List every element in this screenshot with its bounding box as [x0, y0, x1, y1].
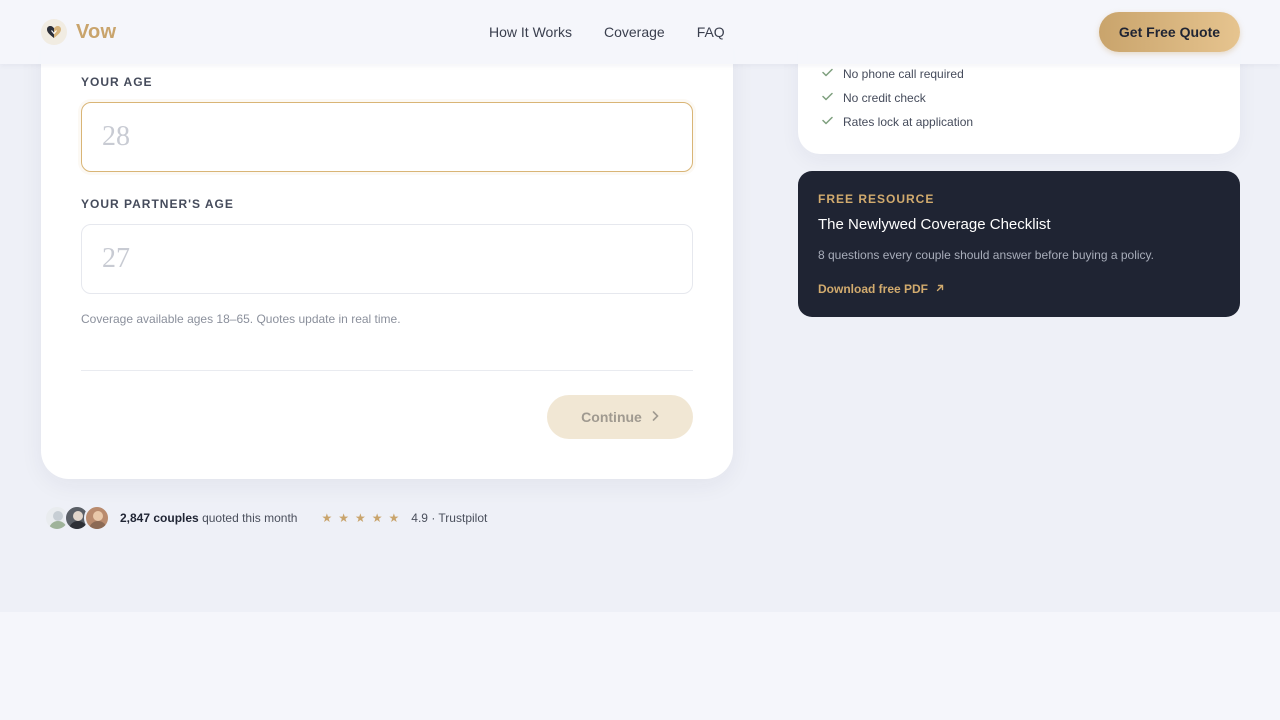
star-icon: ★ [338, 511, 349, 525]
benefit-item: Rates lock at application [822, 115, 973, 129]
download-pdf-link[interactable]: Download free PDF [818, 282, 944, 296]
nav-faq[interactable]: FAQ [697, 24, 725, 40]
benefit-item: No credit check [822, 91, 926, 105]
form-divider [81, 370, 693, 371]
resource-description: 8 questions every couple should answer b… [818, 248, 1154, 262]
avatar [84, 505, 110, 531]
quote-count: 2,847 couples [120, 511, 199, 525]
chevron-right-icon [652, 410, 659, 424]
benefit-label: No phone call required [843, 67, 964, 81]
rating-text: 4.9 · Trustpilot [411, 511, 488, 525]
continue-label: Continue [581, 409, 642, 425]
star-icon: ★ [371, 511, 383, 525]
avatar-group [44, 505, 110, 531]
check-icon [822, 92, 843, 104]
arrow-up-right-icon [936, 283, 944, 295]
check-icon [822, 68, 843, 80]
age-label: YOUR AGE [81, 75, 153, 89]
social-proof: 2,847 couples quoted this month ★ ★ ★ ★ … [44, 505, 487, 531]
site-header: Vow How It Works Coverage FAQ Get Free Q… [0, 0, 1280, 64]
partner-age-input[interactable] [81, 224, 693, 294]
quote-count-suffix: quoted this month [202, 511, 298, 525]
resource-eyebrow: FREE RESOURCE [818, 192, 935, 206]
star-icon: ★ [388, 511, 400, 525]
benefit-item: No phone call required [822, 67, 964, 81]
get-free-quote-button[interactable]: Get Free Quote [1099, 12, 1240, 52]
star-icon: ★ [321, 511, 333, 525]
partner-age-label: YOUR PARTNER'S AGE [81, 197, 234, 211]
nav-coverage[interactable]: Coverage [604, 24, 665, 40]
resource-title: The Newlywed Coverage Checklist [818, 216, 1051, 233]
brand-name: Vow [76, 20, 117, 43]
heart-icon [41, 19, 67, 45]
quote-count-text: 2,847 couples quoted this month [120, 511, 297, 525]
benefit-label: No credit check [843, 91, 926, 105]
download-pdf-label: Download free PDF [818, 282, 929, 296]
nav-how-it-works[interactable]: How It Works [489, 24, 572, 40]
continue-button[interactable]: Continue [547, 395, 693, 439]
star-rating: ★ ★ ★ ★ ★ [321, 511, 405, 525]
age-input[interactable] [81, 102, 693, 172]
benefit-label: Rates lock at application [843, 115, 974, 129]
free-resource-card: FREE RESOURCE The Newlywed Coverage Chec… [798, 171, 1240, 317]
quote-form-card: YOUR AGE YOUR PARTNER'S AGE Coverage ava… [41, 20, 733, 479]
age-help-text: Coverage available ages 18–65. Quotes up… [81, 312, 401, 326]
check-icon [822, 116, 843, 128]
main-nav: How It Works Coverage FAQ [489, 24, 757, 40]
star-icon: ★ [355, 511, 366, 525]
logo[interactable]: Vow [41, 19, 116, 45]
